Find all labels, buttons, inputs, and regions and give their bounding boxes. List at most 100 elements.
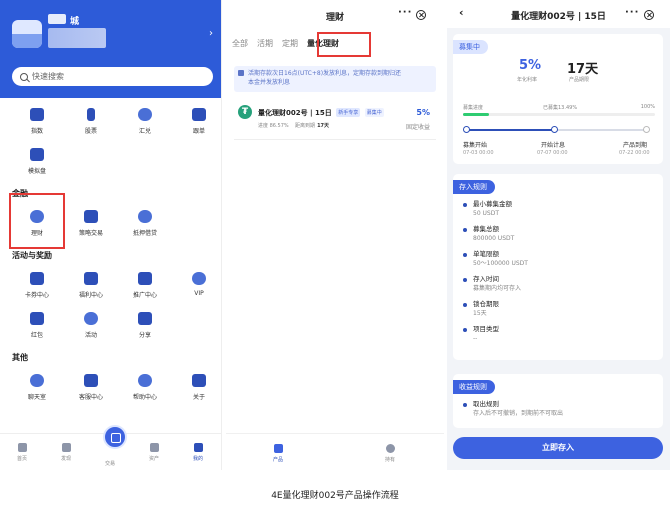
menu-row-2: 模拟盘 xyxy=(0,140,221,180)
screen-wealth-list: 理财 ··· 全部 活期 定期 量化理财 活期存款次日16点(UTC+8)发放利… xyxy=(226,0,444,470)
rule-total-amount: 募集总额 800000 USDT xyxy=(463,225,653,250)
coin-icon xyxy=(385,444,395,453)
menu-item-chat[interactable]: 聊天室 xyxy=(12,366,62,406)
menu-item-red-packet[interactable]: 红包 xyxy=(12,304,62,344)
timeline-label-start: 募集开始 xyxy=(463,142,488,149)
menu-item-loan[interactable]: 抵押借贷 xyxy=(120,202,170,242)
help-icon xyxy=(138,374,152,387)
menu-item-copy-trade[interactable]: 跟单 xyxy=(174,100,221,140)
chart-icon xyxy=(30,108,44,121)
chevron-right-icon[interactable]: › xyxy=(209,28,213,39)
annual-rate-label: 年化利率 xyxy=(517,77,538,83)
income-rules-card: 收益规则 取出规则 存入后不可撤销，到期前不可取出 xyxy=(453,374,663,428)
rule-withdraw: 取出规则 存入后不可撤销，到期前不可取出 xyxy=(463,400,653,425)
menu-item-exchange[interactable]: 汇兑 xyxy=(120,100,170,140)
search-placeholder: 快速搜索 xyxy=(32,72,64,81)
more-icon[interactable]: ··· xyxy=(398,7,412,18)
blurred-user-id xyxy=(48,28,106,48)
tab-products[interactable]: 产品 xyxy=(256,434,300,463)
tab-discover[interactable]: 发现 xyxy=(44,434,88,462)
tab-holdings[interactable]: 持有 xyxy=(368,434,412,463)
section-other-title: 其他 xyxy=(12,353,28,362)
rule-project-type: 项目类型 -- xyxy=(463,325,653,350)
status-tag: 募集中 xyxy=(453,40,488,54)
wallet-icon xyxy=(149,443,159,452)
product-icon xyxy=(273,444,283,453)
menu-item-strategy[interactable]: 策略交易 xyxy=(66,202,116,242)
deposit-rules-tag: 存入规则 xyxy=(453,180,495,194)
megaphone-icon xyxy=(138,272,152,285)
menu-item-vip[interactable]: VIP xyxy=(174,264,221,304)
close-icon[interactable] xyxy=(416,10,426,20)
menu-item-promotion[interactable]: 推广中心 xyxy=(120,264,170,304)
screen-product-detail: ‹ 量化理财002号 | 15日 ··· 募集中 5% 年化利率 17天 产品期… xyxy=(447,0,670,470)
rule-single-limit: 单笔限额 50～100000 USDT xyxy=(463,250,653,275)
product-summary-card: 募集中 5% 年化利率 17天 产品期限 募集进度 已募集13.49% 100%… xyxy=(453,34,663,164)
product-term: 17天 xyxy=(567,62,599,77)
menu-item-share[interactable]: 分享 xyxy=(120,304,170,344)
deposit-rules-list: 最小募集金额 50 USDT 募集总额 800000 USDT 单笔限额 50～100… xyxy=(463,200,653,350)
product-rate: 5% xyxy=(416,108,430,117)
highlight-finance xyxy=(9,193,65,249)
chat-icon xyxy=(30,374,44,387)
tab-fixed[interactable]: 定期 xyxy=(282,38,298,52)
avatar[interactable] xyxy=(12,20,42,48)
menu-item-help[interactable]: 帮助中心 xyxy=(120,366,170,406)
trend-icon xyxy=(84,210,98,223)
ticket-icon xyxy=(30,272,44,285)
highlight-quant-tab xyxy=(317,32,371,57)
timeline-dot-interest xyxy=(551,126,558,133)
tab-home[interactable]: 首页 xyxy=(0,434,44,462)
trade-center-button[interactable] xyxy=(103,425,127,449)
raise-progress-fill xyxy=(463,113,489,116)
deposit-rules-card: 存入规则 最小募集金额 50 USDT 募集总额 800000 USDT 单笔限额 5… xyxy=(453,174,663,360)
profile-header: 城 › 快速搜索 xyxy=(0,0,221,98)
other-row: 聊天室 客服中心 帮助中心 关于 xyxy=(0,366,221,406)
menu-item-activity[interactable]: 活动 xyxy=(66,304,116,344)
loan-icon xyxy=(138,210,152,223)
menu-body: 指数 股票 汇兑 跟单 模拟盘 金融 理财 策略交易 抵押借贷 活动与奖励 卡券… xyxy=(0,98,221,406)
tab-assets[interactable]: 资产 xyxy=(132,434,176,462)
menu-item-about[interactable]: 关于 xyxy=(174,366,221,406)
timeline-dot-start xyxy=(463,126,470,133)
rule-min-amount: 最小募集金额 50 USDT xyxy=(463,200,653,225)
info-icon xyxy=(192,374,206,387)
section-activity-title: 活动与奖励 xyxy=(12,251,52,260)
screen-app-menu: 城 › 快速搜索 指数 股票 汇兑 跟单 模拟盘 金融 理财 策略交易 抵押借贷… xyxy=(0,0,222,470)
menu-item-welfare[interactable]: 福利中心 xyxy=(66,264,116,304)
product-card[interactable]: ₮ 量化理财002号 | 15日 新手专享 募集中 5% 进度 86.57% 距… xyxy=(234,100,436,140)
speaker-icon xyxy=(238,70,244,76)
timeline-date-start: 07-03 00:00 xyxy=(463,150,494,156)
menu-item-index[interactable]: 指数 xyxy=(12,100,62,140)
menu-item-demo[interactable]: 模拟盘 xyxy=(12,140,62,180)
header: 理财 ··· xyxy=(226,0,444,30)
diamond-icon xyxy=(192,272,206,285)
activity-row-1: 卡券中心 福利中心 推广中心 VIP xyxy=(0,264,221,304)
product-meta: 进度 86.57% 距离到期 17天 xyxy=(258,123,330,129)
red-packet-icon xyxy=(30,312,44,325)
exchange-icon xyxy=(138,108,152,121)
product-term-label: 产品期限 xyxy=(569,77,590,83)
figure-caption: 4E量化理财002号产品操作流程 xyxy=(271,491,399,501)
more-icon[interactable]: ··· xyxy=(625,7,639,18)
menu-item-coupons[interactable]: 卡券中心 xyxy=(12,264,62,304)
tab-all[interactable]: 全部 xyxy=(232,38,248,52)
menu-item-stock[interactable]: 股票 xyxy=(66,100,116,140)
search-input[interactable]: 快速搜索 xyxy=(12,67,213,86)
compass-icon xyxy=(61,443,71,452)
product-type: 固定收益 xyxy=(405,124,430,131)
menu-item-support[interactable]: 客服中心 xyxy=(66,366,116,406)
blurred-username xyxy=(48,14,66,24)
stage: 城 › 快速搜索 指数 股票 汇兑 跟单 模拟盘 金融 理财 策略交易 抵押借贷… xyxy=(0,0,670,512)
raise-progress-bar xyxy=(463,113,655,116)
tag-icon xyxy=(84,312,98,325)
close-icon[interactable] xyxy=(644,10,654,20)
rule-deposit-time: 存入时间 募集期内均可存入 xyxy=(463,275,653,300)
timeline-progress xyxy=(467,129,555,131)
share-icon xyxy=(138,312,152,325)
home-icon xyxy=(17,443,27,452)
tab-me[interactable]: 我的 xyxy=(176,434,220,462)
notice-banner: 活期存款次日16点(UTC+8)发放利息，定期存款到期归还 本金并发放利息 xyxy=(234,66,436,92)
deposit-now-button[interactable]: 立即存入 xyxy=(453,437,663,459)
tab-flexible[interactable]: 活期 xyxy=(257,38,273,52)
